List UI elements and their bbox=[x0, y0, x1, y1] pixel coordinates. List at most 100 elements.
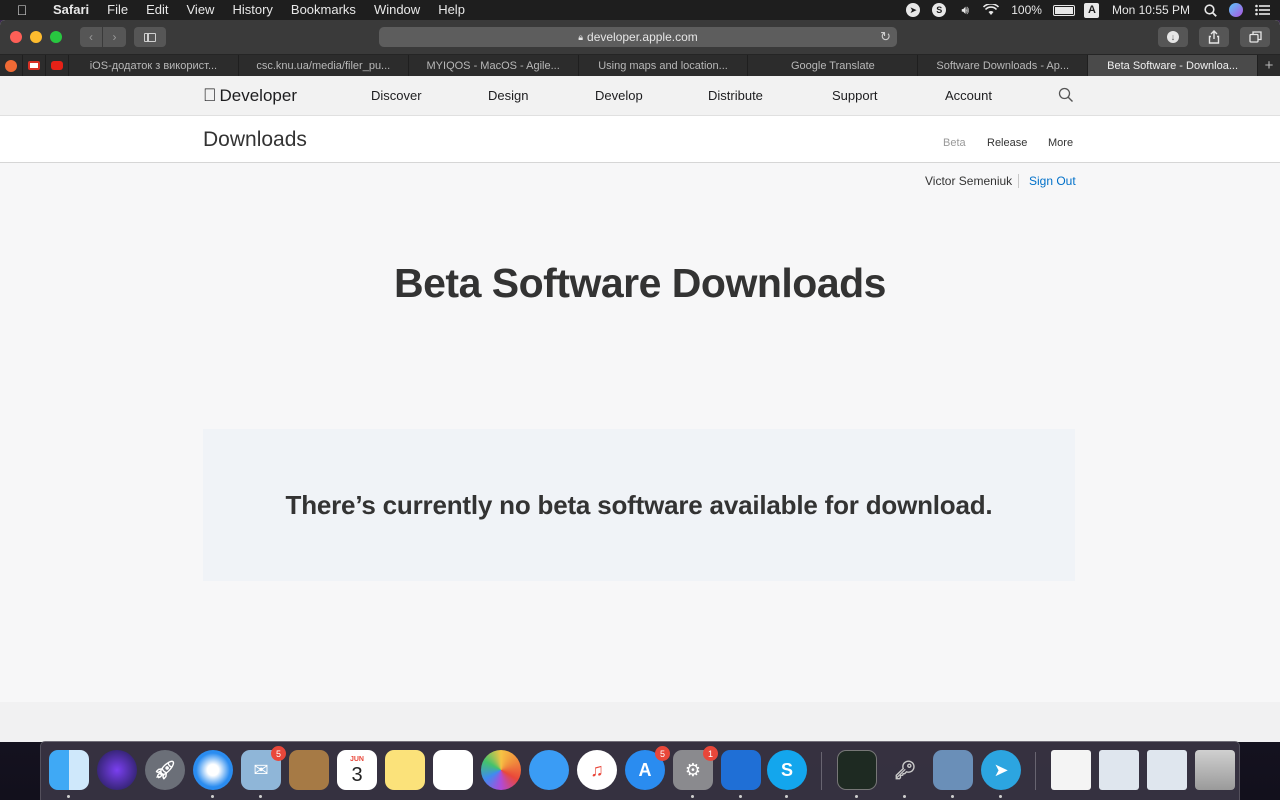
sidebar-icon bbox=[144, 32, 156, 42]
volume-icon[interactable]: 🔊︎ bbox=[957, 2, 973, 18]
menu-history[interactable]: History bbox=[223, 0, 281, 20]
siri-icon[interactable] bbox=[1228, 2, 1244, 18]
window-controls bbox=[10, 31, 62, 43]
apple-menu-icon[interactable]:  bbox=[0, 2, 44, 18]
calendar-month: JUN bbox=[349, 755, 364, 763]
tab-2[interactable]: csc.knu.ua/media/filer_pu... bbox=[239, 55, 409, 76]
finder-icon[interactable] bbox=[49, 750, 89, 790]
menu-file[interactable]: File bbox=[98, 0, 137, 20]
battery-icon[interactable] bbox=[1052, 4, 1075, 16]
photos-dock-icon[interactable] bbox=[481, 750, 521, 790]
screenshot-stack-icon[interactable] bbox=[1099, 750, 1139, 790]
calendar-dock-icon[interactable]: JUN 3 bbox=[337, 750, 377, 790]
minimize-window-button[interactable] bbox=[30, 31, 42, 43]
pinned-tab-youtube[interactable] bbox=[46, 55, 69, 76]
calendar-day: 3 bbox=[351, 763, 363, 786]
page-title[interactable]: Downloads bbox=[203, 128, 307, 152]
nav-distribute[interactable]: Distribute bbox=[708, 88, 763, 103]
menu-window[interactable]: Window bbox=[365, 0, 429, 20]
safari-dock-icon[interactable] bbox=[193, 750, 233, 790]
fullscreen-window-button[interactable] bbox=[50, 31, 62, 43]
telegram-status-icon[interactable]: ➤ bbox=[905, 2, 921, 18]
show-sidebar-button[interactable] bbox=[134, 27, 166, 47]
running-indicator bbox=[855, 795, 858, 798]
siri-dock-icon[interactable] bbox=[97, 750, 137, 790]
running-indicator bbox=[999, 795, 1002, 798]
running-indicator bbox=[785, 795, 788, 798]
menu-app-name[interactable]: Safari bbox=[44, 0, 98, 20]
telegram-dock-icon[interactable]: ➤ bbox=[981, 750, 1021, 790]
messages-dock-icon[interactable] bbox=[529, 750, 569, 790]
forward-button[interactable]: › bbox=[103, 27, 126, 47]
preview-dock-icon[interactable] bbox=[933, 750, 973, 790]
document-stack-icon[interactable] bbox=[1051, 750, 1091, 790]
activity-monitor-dock-icon[interactable] bbox=[837, 750, 877, 790]
keychain-access-dock-icon[interactable]: 🔑︎ bbox=[885, 750, 925, 790]
nav-develop[interactable]: Develop bbox=[595, 88, 643, 103]
menu-clock[interactable]: Mon 10:55 PM bbox=[1105, 0, 1197, 20]
close-window-button[interactable] bbox=[10, 31, 22, 43]
mail-badge: 5 bbox=[271, 746, 286, 761]
skype-dock-icon[interactable]: S bbox=[767, 750, 807, 790]
itunes-dock-icon[interactable]: ♫ bbox=[577, 750, 617, 790]
skype-status-icon[interactable]: S bbox=[931, 2, 947, 18]
tab-active[interactable]: Beta Software - Downloa... bbox=[1088, 55, 1259, 76]
nav-design[interactable]: Design bbox=[488, 88, 528, 103]
dock: 🚀︎ ✉︎ 5 JUN 3 ♫ A5 ⚙︎ 1 S 🔑︎ ➤ bbox=[40, 741, 1240, 800]
address-bar[interactable]: 🔒︎ developer.apple.com ↻ bbox=[379, 27, 897, 47]
notification-center-icon[interactable] bbox=[1254, 2, 1270, 18]
running-indicator bbox=[67, 795, 70, 798]
plus-icon: + bbox=[1264, 57, 1274, 74]
input-source-icon[interactable]: A bbox=[1084, 2, 1100, 18]
local-nav: Downloads Beta Release More bbox=[0, 116, 1280, 163]
wifi-icon[interactable] bbox=[983, 2, 1000, 18]
notes-dock-icon[interactable] bbox=[385, 750, 425, 790]
app-store-dock-icon[interactable]: A5 bbox=[625, 746, 670, 790]
reminders-dock-icon[interactable] bbox=[433, 750, 473, 790]
account-row: Victor Semeniuk Sign Out bbox=[0, 174, 1280, 188]
show-all-tabs-button[interactable] bbox=[1240, 27, 1270, 47]
downloads-stack-icon[interactable] bbox=[1147, 750, 1187, 790]
back-button[interactable]: ‹ bbox=[80, 27, 103, 47]
dock-divider bbox=[821, 752, 822, 790]
tab-6[interactable]: Software Downloads - Ap... bbox=[918, 55, 1089, 76]
tab-1[interactable]: iOS-додаток з використ... bbox=[69, 55, 239, 76]
sign-out-link[interactable]: Sign Out bbox=[1029, 174, 1076, 188]
launchpad-icon[interactable]: 🚀︎ bbox=[145, 750, 185, 790]
localnav-beta[interactable]: Beta bbox=[943, 137, 966, 149]
share-button[interactable] bbox=[1199, 27, 1229, 47]
menu-edit[interactable]: Edit bbox=[137, 0, 177, 20]
running-indicator bbox=[259, 795, 262, 798]
search-icon[interactable] bbox=[1058, 87, 1074, 103]
tab-3[interactable]: MYIQOS - MacOS - Agile... bbox=[409, 55, 579, 76]
xcode-dock-icon[interactable] bbox=[721, 750, 761, 790]
localnav-release[interactable]: Release bbox=[987, 137, 1027, 149]
notice-text: There’s currently no beta software avail… bbox=[285, 489, 993, 520]
pinned-tab-gmail[interactable] bbox=[23, 55, 46, 76]
developer-home-link[interactable]:  Developer bbox=[203, 85, 297, 106]
share-icon bbox=[1208, 30, 1220, 44]
menu-help[interactable]: Help bbox=[429, 0, 474, 20]
chevron-right-icon: › bbox=[112, 30, 117, 44]
pinned-tab-1[interactable] bbox=[0, 55, 23, 76]
reload-icon[interactable]: ↻ bbox=[880, 29, 891, 45]
apple-logo-icon:  bbox=[203, 85, 217, 106]
trash-icon[interactable] bbox=[1195, 750, 1235, 790]
mail-dock-icon[interactable]: ✉︎ 5 bbox=[241, 746, 286, 790]
tab-5[interactable]: Google Translate bbox=[748, 55, 919, 76]
spotlight-search-icon[interactable] bbox=[1202, 2, 1218, 18]
nav-support[interactable]: Support bbox=[832, 88, 878, 103]
running-indicator bbox=[211, 795, 214, 798]
gmail-icon bbox=[28, 61, 40, 70]
downloads-button[interactable]: ↓ bbox=[1158, 27, 1188, 47]
nav-account[interactable]: Account bbox=[945, 88, 992, 103]
localnav-more[interactable]: More bbox=[1048, 137, 1073, 149]
youtube-icon bbox=[51, 61, 63, 70]
contacts-dock-icon[interactable] bbox=[289, 750, 329, 790]
system-preferences-dock-icon[interactable]: ⚙︎ 1 bbox=[673, 746, 718, 790]
menu-bookmarks[interactable]: Bookmarks bbox=[282, 0, 365, 20]
menu-view[interactable]: View bbox=[178, 0, 224, 20]
new-tab-button[interactable]: + bbox=[1258, 55, 1280, 76]
tab-4[interactable]: Using maps and location... bbox=[579, 55, 749, 76]
nav-discover[interactable]: Discover bbox=[371, 88, 422, 103]
